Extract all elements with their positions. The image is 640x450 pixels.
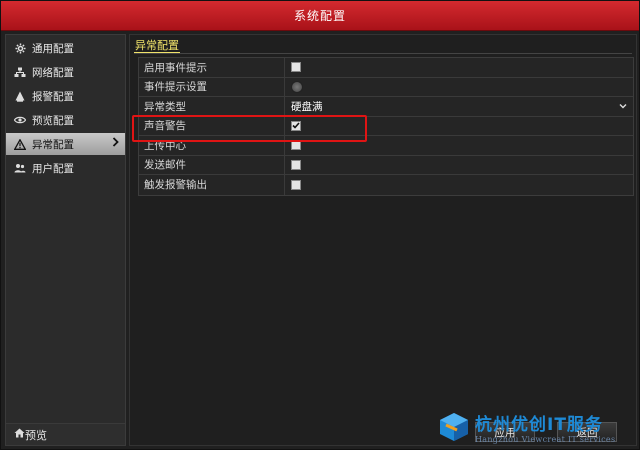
table-row: 触发报警输出 bbox=[139, 175, 633, 195]
event-hint-settings-button[interactable] bbox=[291, 80, 303, 93]
row-label: 异常类型 bbox=[139, 97, 285, 116]
enable-event-hint-checkbox[interactable] bbox=[291, 62, 301, 73]
table-row: 异常类型 硬盘满 bbox=[139, 97, 633, 117]
row-label: 事件提示设置 bbox=[139, 77, 285, 96]
sidebar-item-live-preview[interactable]: 预览 bbox=[6, 423, 125, 445]
watermark-en: Hangzhou Viewcreat IT services bbox=[475, 435, 616, 444]
sidebar-item-exception[interactable]: 异常配置 bbox=[6, 133, 125, 155]
row-label: 触发报警输出 bbox=[139, 175, 285, 195]
window-title: 系统配置 bbox=[1, 1, 639, 31]
select-value: 硬盘满 bbox=[291, 100, 323, 113]
sidebar-item-label: 通用配置 bbox=[32, 42, 74, 55]
row-label: 发送邮件 bbox=[139, 155, 285, 174]
sidebar-item-label: 预览 bbox=[25, 428, 47, 442]
row-label: 启用事件提示 bbox=[139, 58, 285, 77]
exception-config-panel: 异常配置 启用事件提示 事件提示设置 异常类型 硬盘满 声音警告 上传中心 发送… bbox=[129, 34, 637, 446]
sidebar-item-preview[interactable]: 预览配置 bbox=[6, 109, 125, 131]
sidebar: 通用配置 网络配置 报警配置 预览配置 异常配置 用户配置 预览 bbox=[5, 34, 126, 446]
section-title: 异常配置 bbox=[134, 39, 180, 53]
sidebar-item-label: 异常配置 bbox=[32, 138, 74, 151]
home-icon bbox=[14, 428, 25, 441]
gear-icon bbox=[14, 42, 26, 54]
sidebar-item-label: 预览配置 bbox=[32, 114, 74, 127]
chevron-down-icon bbox=[618, 101, 628, 111]
send-email-checkbox[interactable] bbox=[291, 159, 301, 170]
eye-icon bbox=[14, 114, 26, 126]
sidebar-item-label: 用户配置 bbox=[32, 162, 74, 175]
cube-logo-icon bbox=[437, 411, 471, 443]
network-icon bbox=[14, 66, 26, 78]
table-row: 事件提示设置 bbox=[139, 77, 633, 97]
sidebar-item-label: 网络配置 bbox=[32, 66, 74, 79]
sidebar-item-users[interactable]: 用户配置 bbox=[6, 157, 125, 179]
exception-type-select[interactable]: 硬盘满 bbox=[285, 97, 633, 116]
section-divider bbox=[134, 53, 632, 54]
watermark: 杭州优创IT服务 Hangzhou Viewcreat IT services bbox=[437, 406, 637, 448]
alarm-icon bbox=[14, 90, 26, 102]
table-row: 发送邮件 bbox=[139, 155, 633, 175]
watermark-cn: 杭州优创IT服务 bbox=[475, 415, 603, 435]
sidebar-item-network[interactable]: 网络配置 bbox=[6, 61, 125, 83]
warning-icon bbox=[14, 138, 26, 150]
table-row: 启用事件提示 bbox=[139, 58, 633, 78]
sidebar-item-alarm[interactable]: 报警配置 bbox=[6, 85, 125, 107]
system-config-window: 系统配置 通用配置 网络配置 报警配置 预览配置 异常配置 用户配置 预览 异常… bbox=[0, 0, 640, 450]
users-icon bbox=[14, 162, 26, 174]
highlight-box bbox=[132, 115, 367, 142]
trigger-alarm-output-checkbox[interactable] bbox=[291, 179, 301, 190]
sidebar-item-label: 报警配置 bbox=[32, 90, 74, 103]
sidebar-item-general[interactable]: 通用配置 bbox=[6, 37, 125, 59]
chevron-right-icon bbox=[112, 137, 119, 150]
